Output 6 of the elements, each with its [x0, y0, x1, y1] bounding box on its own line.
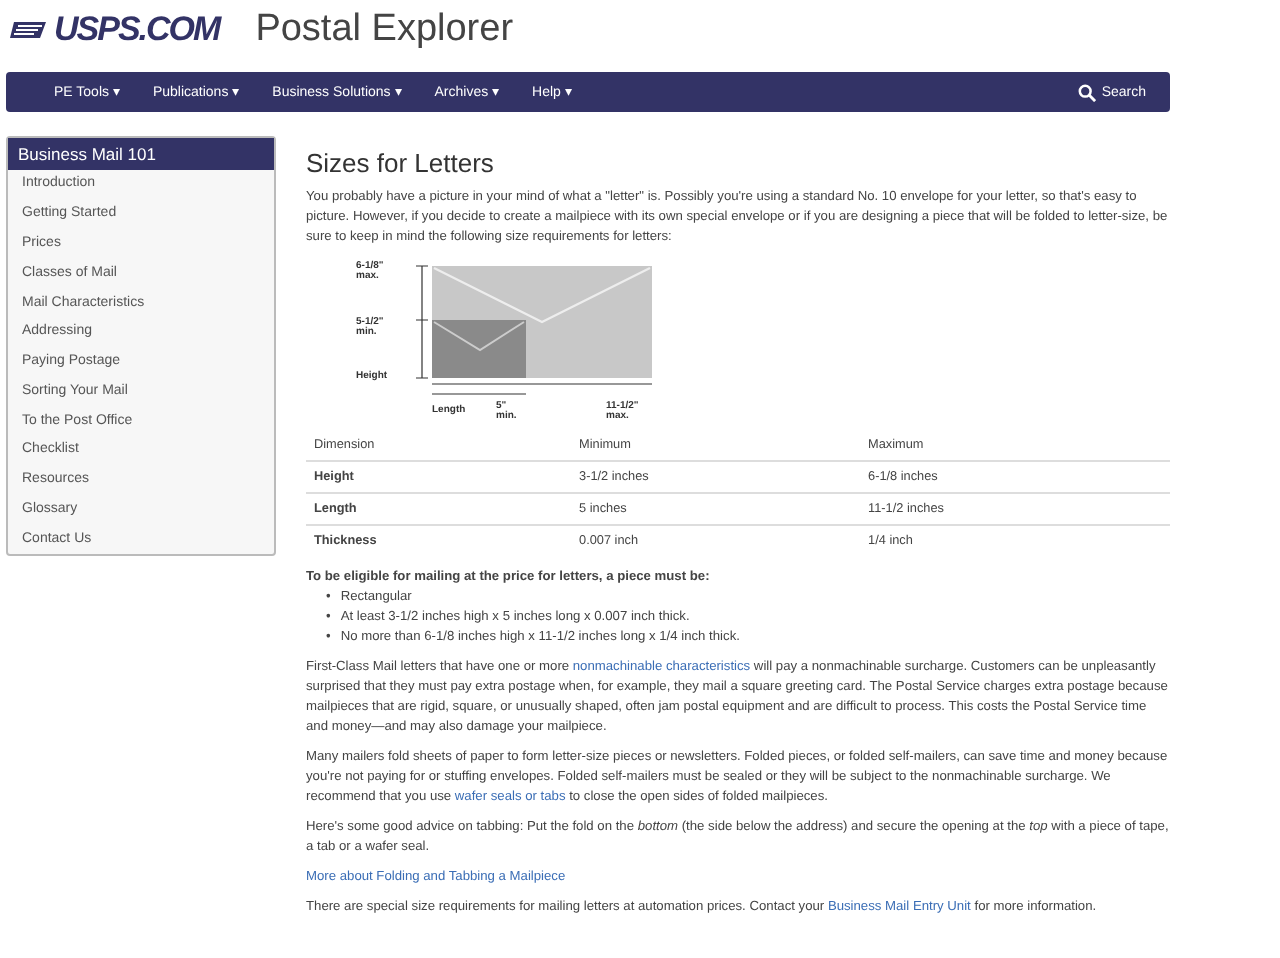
site-title: Postal Explorer	[255, 8, 514, 52]
logo-text[interactable]: USPS.COM	[54, 10, 220, 50]
eagle-logo-icon	[10, 18, 50, 42]
page-heading: Sizes for Letters	[306, 148, 496, 178]
sidebar-title: Business Mail 101	[8, 138, 274, 170]
search-icon	[1077, 83, 1096, 101]
